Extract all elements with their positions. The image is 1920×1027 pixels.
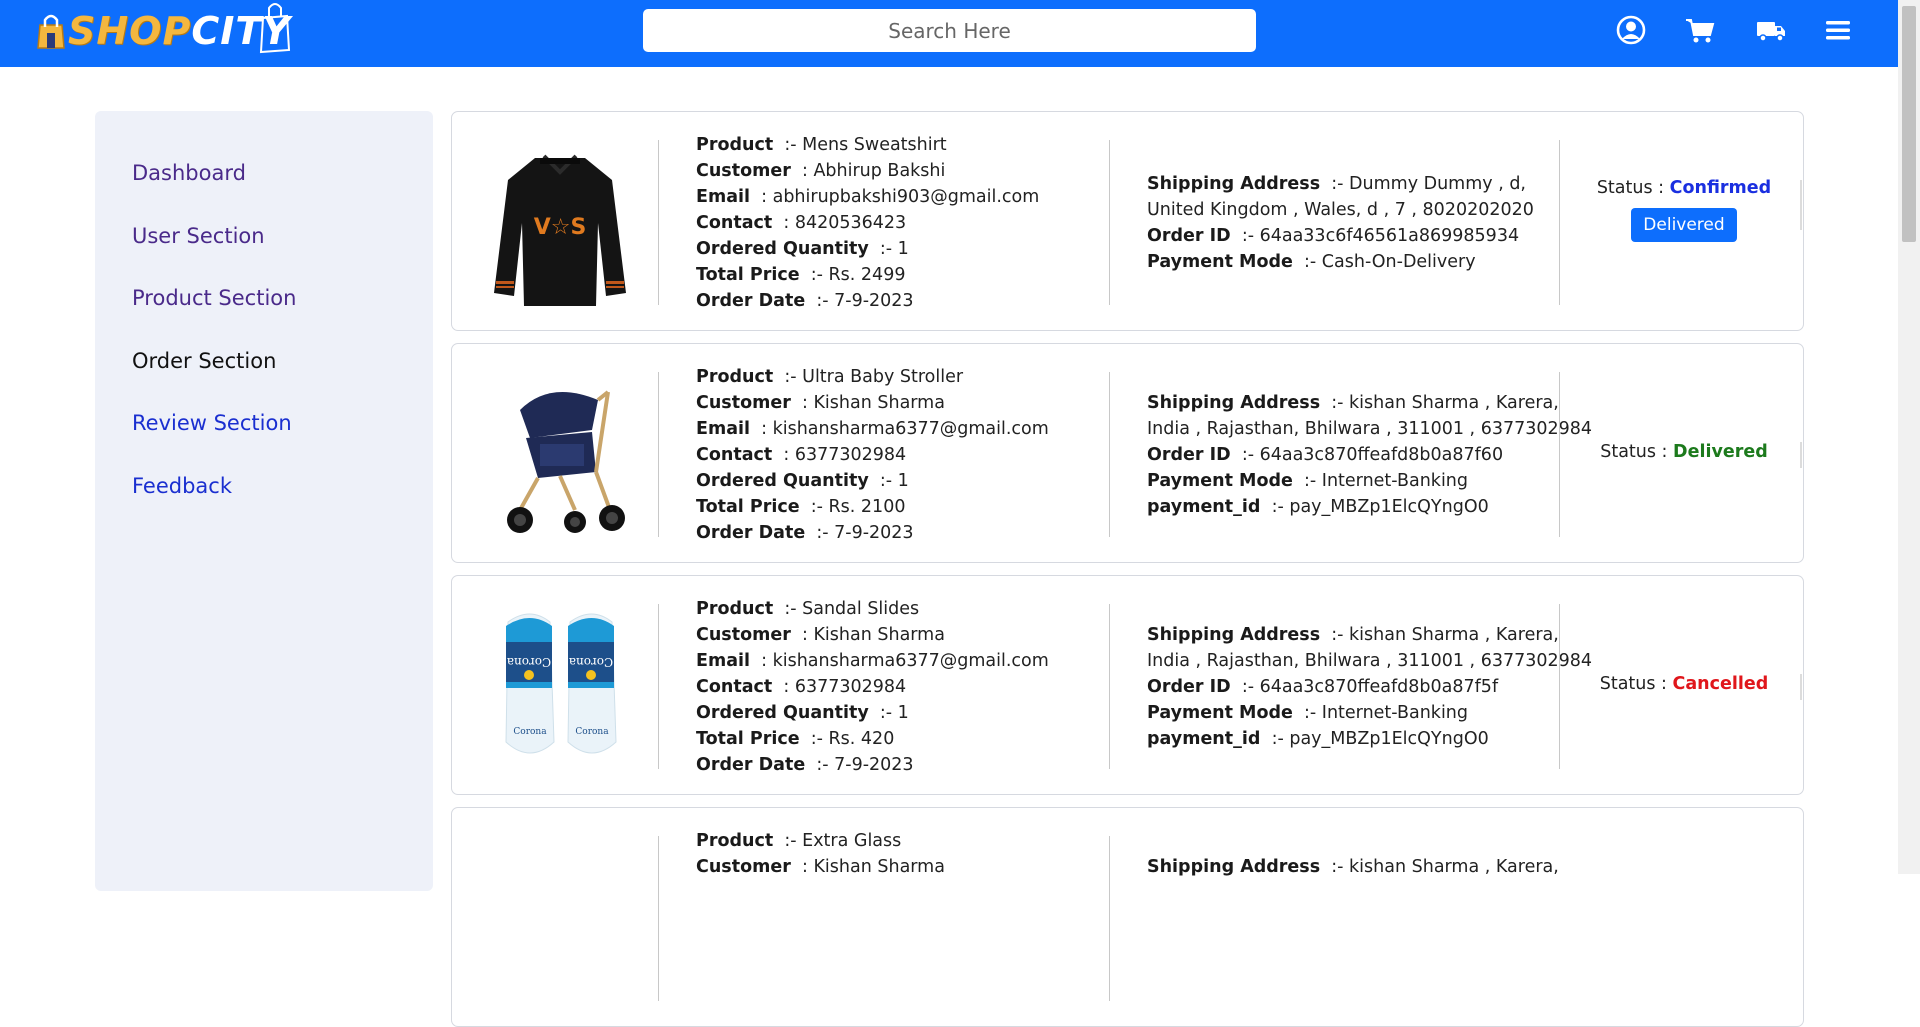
sidebar-item-feedback[interactable]: Feedback (132, 474, 232, 498)
payment-id: :- pay_MBZp1ElcQYngO0 (1271, 729, 1489, 749)
customer-name: : Abhirup Bakshi (801, 161, 946, 181)
truck-icon[interactable] (1755, 14, 1787, 46)
shipping-address-line2: United Kingdom , Wales, d , 7 , 80202020… (1147, 200, 1534, 220)
admin-sidebar: Dashboard User Section Product Section O… (95, 111, 433, 891)
order-status-block: Status : Delivered (1600, 442, 1768, 462)
order-card: Product :- Extra Glass Customer : Kishan… (451, 807, 1804, 1027)
divider (658, 836, 659, 1001)
order-id: :- 64aa33c6f46561a869985934 (1241, 226, 1520, 246)
product-image-sandal-slides: Corona Corona Corona Corona (505, 613, 617, 754)
sidebar-item-dashboard[interactable]: Dashboard (132, 161, 246, 185)
status-badge: Cancelled (1672, 674, 1769, 694)
shipping-address: :- kishan Sharma , Karera, (1331, 857, 1559, 877)
mark-delivered-button[interactable]: Delivered (1631, 208, 1737, 242)
customer-email: : abhirupbakshi903@gmail.com (761, 187, 1040, 207)
order-id: :- 64aa3c870ffeafd8b0a87f60 (1241, 445, 1504, 465)
order-shipping-details: Shipping Address :- kishan Sharma , Kare… (1147, 625, 1593, 749)
product-name: :- Extra Glass (784, 831, 902, 851)
divider (658, 140, 659, 305)
sidebar-item-product-section[interactable]: Product Section (132, 286, 296, 310)
order-status-block: Status : Cancelled (1599, 674, 1769, 694)
shipping-address-line2: India , Rajasthan, Bhilwara , 311001 , 6… (1147, 651, 1593, 671)
divider (1800, 442, 1802, 468)
divider (1109, 140, 1110, 305)
order-product-details: Product :- Mens Sweatshirt Customer : Ab… (696, 135, 1040, 311)
ordered-quantity: :- 1 (879, 239, 909, 259)
order-date: :- 7-9-2023 (816, 755, 914, 775)
order-card: Corona Corona Corona Corona Product :- S… (451, 575, 1804, 795)
order-date: :- 7-9-2023 (816, 523, 914, 543)
order-product-details: Product :- Ultra Baby Stroller Customer … (696, 367, 1049, 543)
customer-name: : Kishan Sharma (801, 857, 945, 877)
total-price: :- Rs. 2499 (810, 265, 906, 285)
divider (1800, 180, 1802, 230)
divider (1800, 674, 1802, 700)
payment-mode: :- Cash-On-Delivery (1304, 252, 1476, 272)
sidebar-item-order-section[interactable]: Order Section (132, 349, 276, 373)
divider (1109, 836, 1110, 1001)
sidebar-item-review-section[interactable]: Review Section (132, 411, 292, 435)
ordered-quantity: :- 1 (879, 703, 909, 723)
order-id: :- 64aa3c870ffeafd8b0a87f5f (1241, 677, 1499, 697)
shipping-address: :- kishan Sharma , Karera, (1331, 393, 1559, 413)
logo-bag-outline-icon (259, 3, 290, 54)
status-badge: Confirmed (1669, 178, 1772, 198)
order-shipping-details: Shipping Address :- kishan Sharma , Kare… (1147, 393, 1593, 517)
divider (1559, 372, 1560, 537)
status-badge: Delivered (1673, 442, 1768, 462)
product-image-baby-stroller (507, 390, 625, 533)
customer-name: : Kishan Sharma (801, 393, 945, 413)
divider (1559, 604, 1560, 769)
shopping-bag-logo-icon (37, 14, 65, 49)
divider (1109, 604, 1110, 769)
product-name: :- Sandal Slides (784, 599, 920, 619)
svg-text:Corona: Corona (507, 655, 551, 669)
order-card: V☆S Product :- Mens Sweatshirt Customer … (451, 111, 1804, 331)
svg-text:Corona: Corona (569, 655, 613, 669)
svg-text:V☆S: V☆S (534, 215, 587, 240)
svg-text:Corona: Corona (513, 727, 547, 737)
cart-icon[interactable] (1684, 14, 1716, 46)
payment-mode: :- Internet-Banking (1304, 703, 1468, 723)
total-price: :- Rs. 420 (810, 729, 895, 749)
shopcity-logo[interactable]: SHOPCITY (36, 2, 293, 60)
order-product-details: Product :- Extra Glass Customer : Kishan… (696, 831, 945, 877)
divider (1559, 140, 1560, 305)
order-date: :- 7-9-2023 (816, 291, 914, 311)
sidebar-item-user-section[interactable]: User Section (132, 224, 265, 248)
scrollbar-thumb[interactable] (1902, 6, 1916, 242)
order-card: Product :- Ultra Baby Stroller Customer … (451, 343, 1804, 563)
hamburger-menu-icon[interactable] (1822, 14, 1854, 46)
product-image-sweatshirt: V☆S (494, 154, 626, 306)
payment-id: :- pay_MBZp1ElcQYngO0 (1271, 497, 1489, 517)
order-shipping-details: Shipping Address :- kishan Sharma , Kare… (1147, 857, 1559, 877)
shipping-address-line2: India , Rajasthan, Bhilwara , 311001 , 6… (1147, 419, 1593, 439)
total-price: :- Rs. 2100 (810, 497, 906, 517)
product-name: :- Mens Sweatshirt (784, 135, 947, 155)
ordered-quantity: :- 1 (879, 471, 909, 491)
customer-email: : kishansharma6377@gmail.com (761, 419, 1049, 439)
customer-contact: : 6377302984 (783, 677, 907, 697)
divider (658, 604, 659, 769)
customer-contact: : 8420536423 (783, 213, 907, 233)
page-scrollbar[interactable] (1898, 0, 1920, 874)
product-name: :- Ultra Baby Stroller (784, 367, 964, 387)
user-circle-icon[interactable] (1615, 14, 1647, 46)
order-shipping-details: Shipping Address :- Dummy Dummy , d, Uni… (1147, 174, 1534, 272)
search-input[interactable] (643, 9, 1256, 52)
order-product-details: Product :- Sandal Slides Customer : Kish… (696, 599, 1049, 775)
customer-name: : Kishan Sharma (801, 625, 945, 645)
top-navbar: SHOPCITY (0, 0, 1898, 67)
customer-email: : kishansharma6377@gmail.com (761, 651, 1049, 671)
divider (658, 372, 659, 537)
divider (1109, 372, 1110, 537)
svg-text:Corona: Corona (575, 727, 609, 737)
payment-mode: :- Internet-Banking (1304, 471, 1468, 491)
shipping-address: :- kishan Sharma , Karera, (1331, 625, 1559, 645)
shipping-address: :- Dummy Dummy , d, (1331, 174, 1526, 194)
customer-contact: : 6377302984 (783, 445, 907, 465)
order-status-block: Status : Confirmed Delivered (1568, 178, 1800, 242)
